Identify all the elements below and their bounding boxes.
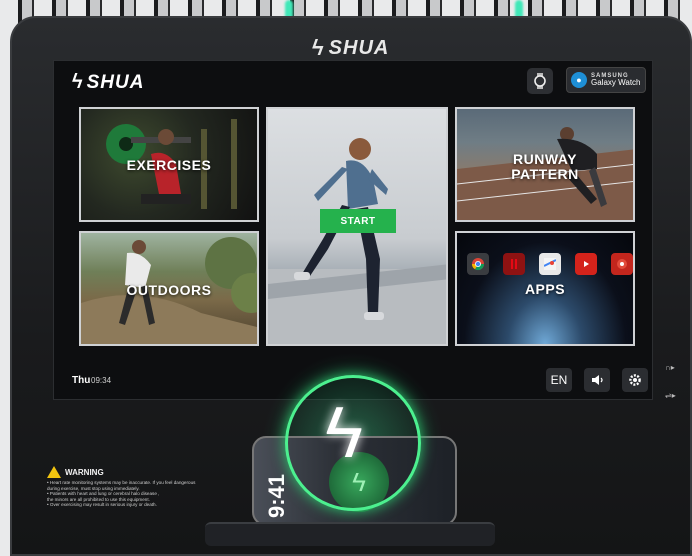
tile-runway-label-2: PATTERN xyxy=(511,166,579,182)
side-ports: ∩▸ ⇌▸ xyxy=(665,354,676,410)
console-brand-text: SHUA xyxy=(328,36,390,59)
speaker-icon xyxy=(592,375,603,385)
chrome-icon xyxy=(467,253,489,275)
status-day: Thu xyxy=(72,375,91,386)
headphone-port-icon: ∩▸ xyxy=(665,363,675,372)
phone-time: 9:41 xyxy=(264,473,289,518)
tile-apps-label: APPS xyxy=(524,281,566,297)
tile-runway-label-1: RUNWAY xyxy=(513,151,577,167)
screen-brand-text: SHUA xyxy=(86,71,145,93)
youtube-icon xyxy=(575,253,597,275)
galaxy-watch-label: SAMSUNG Galaxy Watch xyxy=(591,73,641,87)
maps-icon xyxy=(539,253,561,275)
console-logo: ϟ SHUA xyxy=(312,35,389,61)
volume-button[interactable] xyxy=(584,368,610,392)
galaxy-watch-button[interactable]: ● SAMSUNG Galaxy Watch xyxy=(566,67,646,93)
warning-title: WARNING xyxy=(65,467,104,477)
tile-runway-pattern[interactable]: RUNWAY PATTERN xyxy=(455,107,635,222)
tile-exercises[interactable]: EXERCISES xyxy=(79,107,259,222)
smartwatch-button[interactable] xyxy=(527,68,553,94)
warning-line: • Over exercising may result in serious … xyxy=(47,502,157,508)
warning-title-row: WARNING xyxy=(47,466,237,478)
settings-button[interactable] xyxy=(622,368,648,392)
music-icon xyxy=(611,253,633,275)
bolt-logo-icon: ϟ xyxy=(72,71,84,93)
tile-exercises-label: EXERCISES xyxy=(126,157,212,173)
app-icons-row xyxy=(467,253,633,275)
phone-dock xyxy=(205,522,495,546)
charging-bolt-icon: ϟ xyxy=(325,393,364,473)
tile-start[interactable]: START xyxy=(266,107,448,346)
galaxy-watch-icon: ● xyxy=(571,72,587,88)
warning-label: WARNING • Heart rate monitoring systems … xyxy=(47,466,237,508)
tile-outdoors-label: OUTDOORS xyxy=(126,282,212,298)
netflix-icon xyxy=(503,253,525,275)
tile-apps[interactable]: APPS xyxy=(455,231,635,346)
language-button[interactable]: EN xyxy=(546,368,572,392)
warning-triangle-icon xyxy=(47,466,61,478)
gear-icon xyxy=(629,374,641,386)
smartwatch-icon xyxy=(534,73,546,89)
galaxy-product: Galaxy Watch xyxy=(591,78,641,87)
warning-text: • Heart rate monitoring systems may be i… xyxy=(47,480,237,508)
usb-port-icon: ⇌▸ xyxy=(665,391,676,400)
status-time: 09:34 xyxy=(91,376,112,385)
touch-screen: ϟ SHUA ● SAMSUNG Galaxy Watch EXERCISES xyxy=(53,60,653,400)
start-button[interactable]: START xyxy=(320,209,396,233)
tile-outdoors[interactable]: OUTDOORS xyxy=(79,231,259,346)
screen-logo: ϟ SHUA xyxy=(72,71,144,94)
bolt-logo-icon: ϟ xyxy=(312,35,325,60)
